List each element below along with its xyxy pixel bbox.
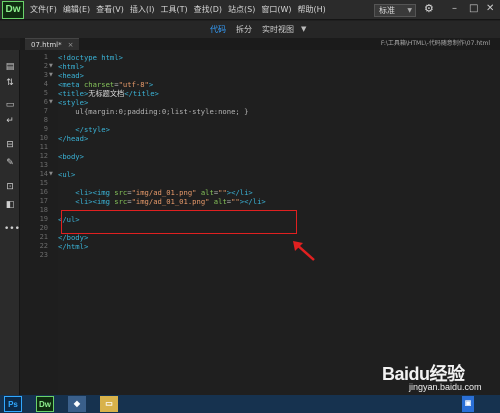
- line-number: 6: [43, 98, 48, 106]
- line-number: 11: [39, 143, 48, 151]
- line-number: 22: [39, 242, 48, 250]
- workspace-label: 标准: [379, 6, 395, 15]
- folder-icon[interactable]: ▭: [100, 396, 118, 412]
- watermark-url: jingyan.baidu.com: [409, 382, 482, 392]
- menu-window[interactable]: 窗口(W): [261, 0, 297, 20]
- document-path: F:\工具箱\HTML\-代码随意制作\07.html: [380, 40, 490, 47]
- dreamweaver-logo: Dw: [2, 1, 24, 19]
- code-line-2: <html>: [58, 62, 84, 71]
- network-icon[interactable]: ▣: [462, 396, 474, 412]
- chevron-down-icon: ▼: [407, 7, 412, 14]
- minimize-icon[interactable]: –: [452, 3, 457, 15]
- code-line-12: <body>: [58, 152, 84, 161]
- line-number: 20: [39, 224, 48, 232]
- line-number: 7: [43, 107, 48, 115]
- line-number: 8: [43, 116, 48, 124]
- code-line-5: <title>无标题文档</title>: [58, 89, 159, 98]
- line-number: 18: [39, 206, 48, 214]
- code-line-3: <head>: [58, 71, 84, 80]
- chevron-down-icon[interactable]: ▼: [299, 21, 306, 38]
- menu-find[interactable]: 查找(D): [194, 0, 228, 20]
- view-bar: 代码 拆分 实时视图 ▼: [0, 21, 500, 38]
- line-number: 13: [39, 161, 48, 169]
- photoshop-taskbar-button[interactable]: Ps: [4, 396, 22, 412]
- code-line-4: <meta charset="utf-8">: [58, 80, 154, 89]
- brush-icon[interactable]: ✎: [4, 158, 16, 169]
- fold-marker-icon[interactable]: ▼: [49, 98, 53, 107]
- tab-code[interactable]: 代码: [205, 21, 231, 38]
- line-gutter: 1 2 ▼ 3 ▼ 4 5 6 ▼ 7 8 9 10 11 12 13 14 ▼…: [20, 50, 58, 395]
- close-icon[interactable]: ✕: [486, 3, 494, 15]
- line-number: 2: [43, 62, 48, 70]
- menu-view[interactable]: 查看(V): [96, 0, 130, 20]
- line-number: 5: [43, 89, 48, 97]
- line-number: 4: [43, 80, 48, 88]
- snippet-icon[interactable]: ⊟: [4, 140, 16, 151]
- preview-icon[interactable]: ⊡: [4, 182, 16, 193]
- annotation-arrow-icon: [293, 241, 315, 261]
- maximize-icon[interactable]: □: [469, 3, 478, 15]
- line-number: 14: [39, 170, 48, 178]
- line-number: 9: [43, 125, 48, 133]
- code-line-16: <li><img src="img/ad_01.png" alt=""></li…: [58, 188, 253, 197]
- tab-split[interactable]: 拆分: [231, 21, 257, 38]
- code-line-7: ul{margin:0;padding:0;list-style:none; }: [58, 107, 249, 116]
- document-bar: 07.html* × F:\工具箱\HTML\-代码随意制作\07.html: [20, 38, 500, 50]
- menu-edit[interactable]: 编辑(E): [63, 0, 96, 20]
- menu-insert[interactable]: 插入(I): [130, 0, 161, 20]
- book-icon[interactable]: ◧: [4, 200, 16, 211]
- file-icon[interactable]: ▤: [4, 62, 16, 73]
- line-number: 12: [39, 152, 48, 160]
- code-line-9: </style>: [58, 125, 110, 134]
- dreamweaver-taskbar-button[interactable]: Dw: [36, 396, 54, 412]
- wrap-icon[interactable]: ↵: [4, 116, 16, 127]
- line-number: 10: [39, 134, 48, 142]
- app-taskbar-button[interactable]: ◆: [68, 396, 86, 412]
- comment-icon[interactable]: ▭: [4, 100, 16, 111]
- code-line-17: <li><img src="img/ad_01_01.png" alt=""><…: [58, 197, 266, 206]
- line-number: 16: [39, 188, 48, 196]
- code-line-1: <!doctype html>: [58, 53, 123, 62]
- code-line-6: <style>: [58, 98, 89, 107]
- code-line-10: </head>: [58, 134, 89, 143]
- code-toolbar: ▤ ⇅ ▭ ↵ ⊟ ✎ ⊡ ◧ •••: [0, 50, 20, 395]
- baidu-watermark: Baidu经验 jingyan.baidu.com: [382, 360, 482, 392]
- line-number: 19: [39, 215, 48, 223]
- menu-tools[interactable]: 工具(T): [160, 0, 193, 20]
- code-line-21: </body>: [58, 233, 89, 242]
- format-icon[interactable]: ⇅: [4, 78, 16, 89]
- menu-list: 文件(F) 编辑(E) 查看(V) 插入(I) 工具(T) 查找(D) 站点(S…: [30, 0, 332, 20]
- code-line-14: <ul>: [58, 170, 76, 179]
- document-tab-label: 07.html*: [31, 41, 62, 49]
- more-icon[interactable]: •••: [4, 224, 20, 235]
- line-number: 3: [43, 71, 48, 79]
- line-number: 21: [39, 233, 48, 241]
- gear-icon[interactable]: ⚙: [424, 2, 434, 15]
- line-number: 17: [39, 197, 48, 205]
- fold-marker-icon[interactable]: ▼: [49, 170, 53, 179]
- menu-site[interactable]: 站点(S): [228, 0, 261, 20]
- menu-help[interactable]: 帮助(H): [298, 0, 332, 20]
- menu-file[interactable]: 文件(F): [30, 0, 63, 20]
- fold-marker-icon[interactable]: ▼: [49, 71, 53, 80]
- line-number: 23: [39, 251, 48, 259]
- menu-bar: Dw 文件(F) 编辑(E) 查看(V) 插入(I) 工具(T) 查找(D) 站…: [0, 0, 500, 20]
- view-tabs: 代码 拆分 实时视图 ▼: [205, 21, 306, 38]
- taskbar: Ps Dw ◆ ▭ ▣: [0, 395, 500, 413]
- fold-marker-icon[interactable]: ▼: [49, 62, 53, 71]
- annotation-highlight-box: [61, 210, 297, 234]
- close-icon[interactable]: ×: [68, 41, 74, 49]
- code-line-22: </html>: [58, 242, 89, 251]
- line-number: 1: [43, 53, 48, 61]
- workspace-switcher[interactable]: 标准 ▼: [374, 4, 416, 17]
- tab-live-view[interactable]: 实时视图: [257, 21, 299, 38]
- document-tab[interactable]: 07.html* ×: [25, 38, 80, 50]
- line-number: 15: [39, 179, 48, 187]
